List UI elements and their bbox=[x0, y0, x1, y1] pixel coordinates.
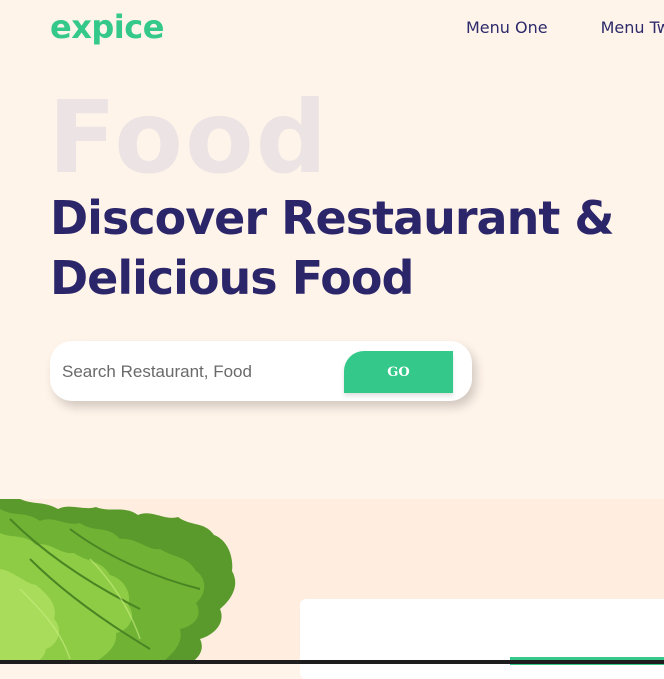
hero-headline-line-2: Delicious Food bbox=[50, 251, 414, 305]
main-nav: Menu One Menu Two bbox=[466, 18, 664, 37]
lettuce-image bbox=[0, 499, 236, 664]
search-input[interactable] bbox=[60, 353, 289, 391]
nav-item-menu-two[interactable]: Menu Two bbox=[601, 18, 664, 37]
logo[interactable]: expice bbox=[50, 8, 164, 46]
search-box: GO bbox=[50, 341, 472, 401]
bottom-border bbox=[0, 660, 664, 664]
hero-headline: Discover Restaurant & Delicious Food bbox=[50, 188, 650, 308]
content-card bbox=[300, 599, 664, 679]
hero-headline-line-1: Discover Restaurant & bbox=[50, 191, 614, 245]
go-button[interactable]: GO bbox=[344, 351, 453, 393]
nav-item-menu-one[interactable]: Menu One bbox=[466, 18, 548, 37]
hero-background-word: Food bbox=[48, 79, 330, 196]
